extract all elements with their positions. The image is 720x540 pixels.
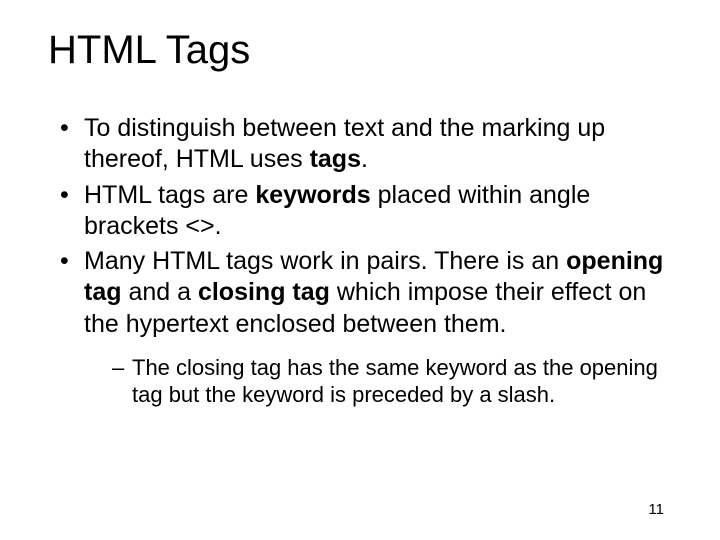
bullet-text: and a: [122, 278, 198, 306]
bold-text: closing tag: [198, 278, 330, 306]
bullet-text: HTML tags are: [84, 181, 255, 209]
bullet-list: To distinguish between text and the mark…: [48, 113, 672, 409]
sub-bullet-list: The closing tag has the same keyword as …: [84, 354, 672, 409]
bold-text: keywords: [255, 181, 370, 209]
page-number: 11: [648, 501, 664, 518]
sub-bullet-item: The closing tag has the same keyword as …: [112, 354, 672, 409]
bullet-item: Many HTML tags work in pairs. There is a…: [60, 246, 672, 409]
sub-bullet-text: The closing tag has the same keyword as …: [132, 355, 658, 408]
slide-title: HTML Tags: [48, 28, 672, 73]
bullet-text: .: [361, 145, 368, 173]
bullet-item: To distinguish between text and the mark…: [60, 113, 672, 176]
bullet-item: HTML tags are keywords placed within ang…: [60, 180, 672, 243]
bold-text: tags: [310, 145, 361, 173]
bullet-text: Many HTML tags work in pairs. There is a…: [84, 247, 566, 275]
